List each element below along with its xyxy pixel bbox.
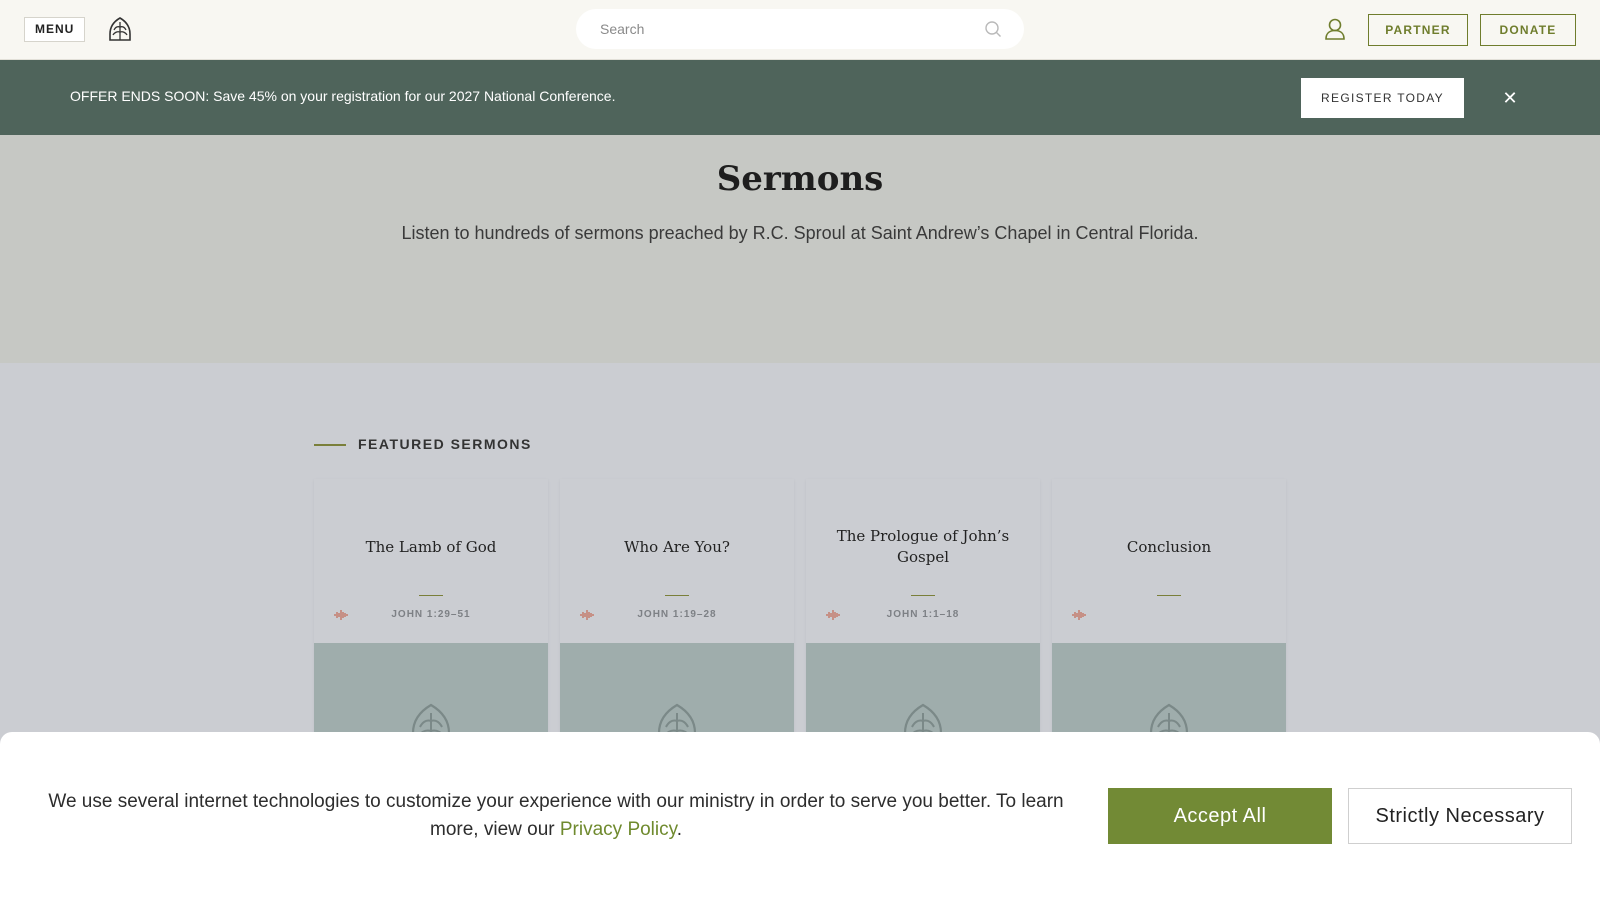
partner-button[interactable]: PARTNER [1368, 14, 1468, 46]
menu-button[interactable]: MENU [24, 17, 86, 42]
sermon-card[interactable]: The Lamb of God JOHN 1:29–51 [314, 479, 548, 749]
title-divider [665, 595, 689, 596]
page-subtitle: Listen to hundreds of sermons preached b… [401, 223, 1199, 243]
privacy-policy-link[interactable]: Privacy Policy [560, 819, 677, 840]
search-bar [576, 9, 1024, 49]
audio-wave-icon [1072, 610, 1086, 620]
hero-section: Sermons Listen to hundreds of sermons pr… [0, 135, 1600, 363]
sermon-card-header: The Lamb of God JOHN 1:29–51 [314, 479, 548, 643]
sermon-card[interactable]: Conclusion [1052, 479, 1286, 749]
register-today-button[interactable]: REGISTER TODAY [1301, 78, 1464, 118]
page-title: Sermons [716, 159, 884, 199]
sermon-card-header: The Prologue of John’s Gospel JOHN 1:1–1… [806, 479, 1040, 643]
promo-banner: OFFER ENDS SOON: Save 45% on your regist… [0, 60, 1600, 135]
leaf-shield-icon[interactable] [106, 16, 134, 44]
featured-sermons-label: FEATURED SERMONS [358, 436, 532, 452]
scripture-reference: JOHN 1:19–28 [637, 609, 717, 620]
scripture-reference: JOHN 1:29–51 [391, 609, 471, 620]
sermon-title[interactable]: The Lamb of God [334, 525, 528, 569]
sermon-title[interactable]: The Prologue of John’s Gospel [826, 525, 1020, 569]
sermon-card[interactable]: The Prologue of John’s Gospel JOHN 1:1–1… [806, 479, 1040, 749]
search-icon[interactable] [984, 20, 1002, 38]
title-divider [419, 595, 443, 596]
sermon-title[interactable]: Who Are You? [580, 525, 774, 569]
sermon-card-header: Conclusion [1052, 479, 1286, 643]
sermon-card[interactable]: Who Are You? JOHN 1:19–28 [560, 479, 794, 749]
promo-text: OFFER ENDS SOON: Save 45% on your regist… [70, 88, 616, 104]
strictly-necessary-button[interactable]: Strictly Necessary [1348, 788, 1572, 844]
accept-all-button[interactable]: Accept All [1108, 788, 1332, 844]
close-icon[interactable]: ✕ [1500, 88, 1520, 108]
cookie-message-end: . [676, 819, 682, 840]
scripture-reference: JOHN 1:1–18 [886, 609, 960, 620]
cookie-consent-banner: We use several internet technologies to … [0, 732, 1600, 900]
search-input[interactable] [600, 9, 960, 49]
top-navigation-bar: MENU PARTNER DONATE [0, 0, 1600, 60]
cookie-message-text: We use several internet technologies to … [48, 791, 1064, 840]
title-divider [911, 595, 935, 596]
title-divider [1157, 595, 1181, 596]
heading-rule [314, 444, 346, 446]
user-icon[interactable] [1324, 17, 1346, 41]
sermon-card-header: Who Are You? JOHN 1:19–28 [560, 479, 794, 643]
sermon-title[interactable]: Conclusion [1072, 525, 1266, 569]
cookie-message: We use several internet technologies to … [36, 788, 1076, 844]
donate-button[interactable]: DONATE [1480, 14, 1576, 46]
